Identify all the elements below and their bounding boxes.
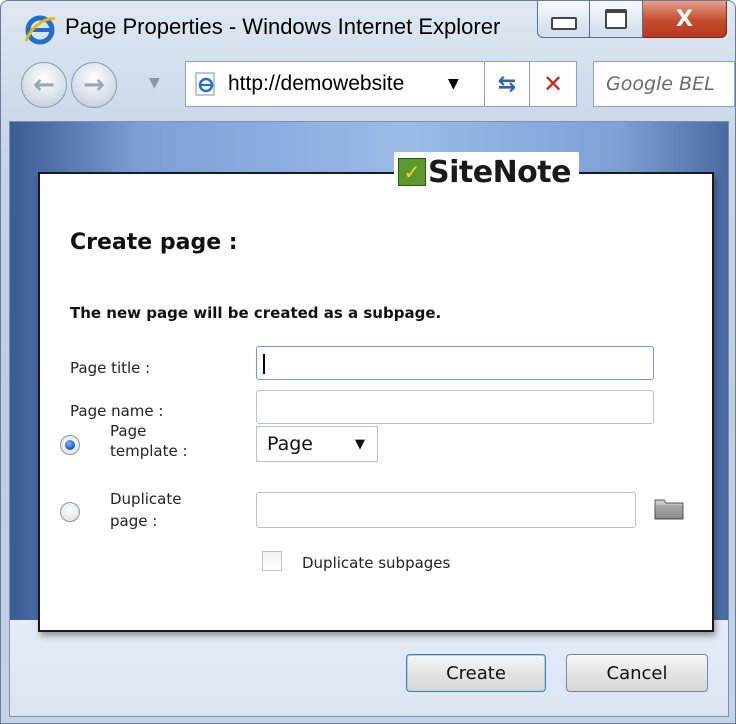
checkmark-icon: ✓ (398, 158, 426, 186)
duplicate-page-radio[interactable] (60, 502, 80, 522)
duplicate-page-input[interactable] (256, 492, 636, 528)
page-title-input[interactable] (256, 346, 654, 380)
subpage-note: The new page will be created as a subpag… (70, 304, 442, 322)
text-cursor (263, 354, 265, 374)
minimize-icon (550, 16, 577, 30)
page-title-label: Page title : (70, 359, 151, 377)
refresh-icon: ⇆ (497, 71, 517, 97)
page-content: ✓ SiteNote Create page : The new page wi… (9, 121, 729, 717)
minimize-button[interactable] (537, 1, 591, 38)
page-name-input[interactable] (256, 390, 654, 424)
stop-icon: ✕ (542, 70, 564, 98)
stop-button[interactable]: ✕ (530, 61, 577, 107)
page-template-select[interactable]: Page ▼ (256, 426, 378, 462)
history-dropdown-icon[interactable]: ▼ (149, 75, 160, 91)
page-template-label-line2: template : (110, 442, 188, 460)
refresh-button[interactable]: ⇆ (485, 61, 530, 107)
back-button[interactable]: ← (21, 62, 67, 108)
back-arrow-icon: ← (33, 70, 55, 100)
internet-explorer-icon (24, 15, 56, 45)
search-input[interactable]: Google BEL (593, 61, 735, 107)
browser-window: Page Properties - Windows Internet Explo… (0, 0, 736, 724)
page-template-radio[interactable] (60, 435, 80, 455)
forward-button[interactable]: → (71, 62, 117, 108)
maximize-button[interactable] (590, 1, 643, 38)
create-page-dialog: ✓ SiteNote Create page : The new page wi… (38, 152, 714, 632)
sitenote-logo: ✓ SiteNote (394, 152, 579, 192)
close-icon: X (675, 6, 693, 32)
brand-name: SiteNote (428, 154, 571, 190)
forward-arrow-icon: → (83, 70, 105, 100)
address-text: http://demowebsite (228, 72, 405, 95)
window-controls: X (537, 1, 728, 39)
address-bar[interactable]: http://demowebsite ▼ (185, 61, 485, 107)
page-template-selected: Page (267, 433, 313, 455)
search-placeholder: Google BEL (606, 73, 715, 95)
create-button[interactable]: Create (406, 654, 546, 692)
dialog-heading: Create page : (70, 230, 238, 255)
cancel-button[interactable]: Cancel (566, 654, 708, 692)
page-name-label: Page name : (70, 402, 164, 420)
chevron-down-icon: ▼ (355, 436, 365, 452)
window-title: Page Properties - Windows Internet Explo… (65, 14, 501, 39)
folder-icon[interactable] (654, 496, 684, 520)
page-template-label-line1: Page (110, 422, 147, 440)
duplicate-subpages-checkbox[interactable] (262, 551, 282, 571)
duplicate-page-label-line2: page : (110, 512, 158, 530)
duplicate-subpages-label: Duplicate subpages (302, 554, 451, 572)
address-dropdown-icon[interactable]: ▼ (448, 76, 459, 92)
maximize-icon (605, 9, 628, 29)
title-bar: Page Properties - Windows Internet Explo… (1, 1, 735, 53)
close-button[interactable]: X (642, 1, 728, 38)
duplicate-page-label-line1: Duplicate (110, 490, 182, 508)
navigation-bar: ← → ▼ http://demowebsite ▼ ⇆ ✕ Google BE… (1, 53, 735, 119)
page-icon (195, 72, 215, 96)
